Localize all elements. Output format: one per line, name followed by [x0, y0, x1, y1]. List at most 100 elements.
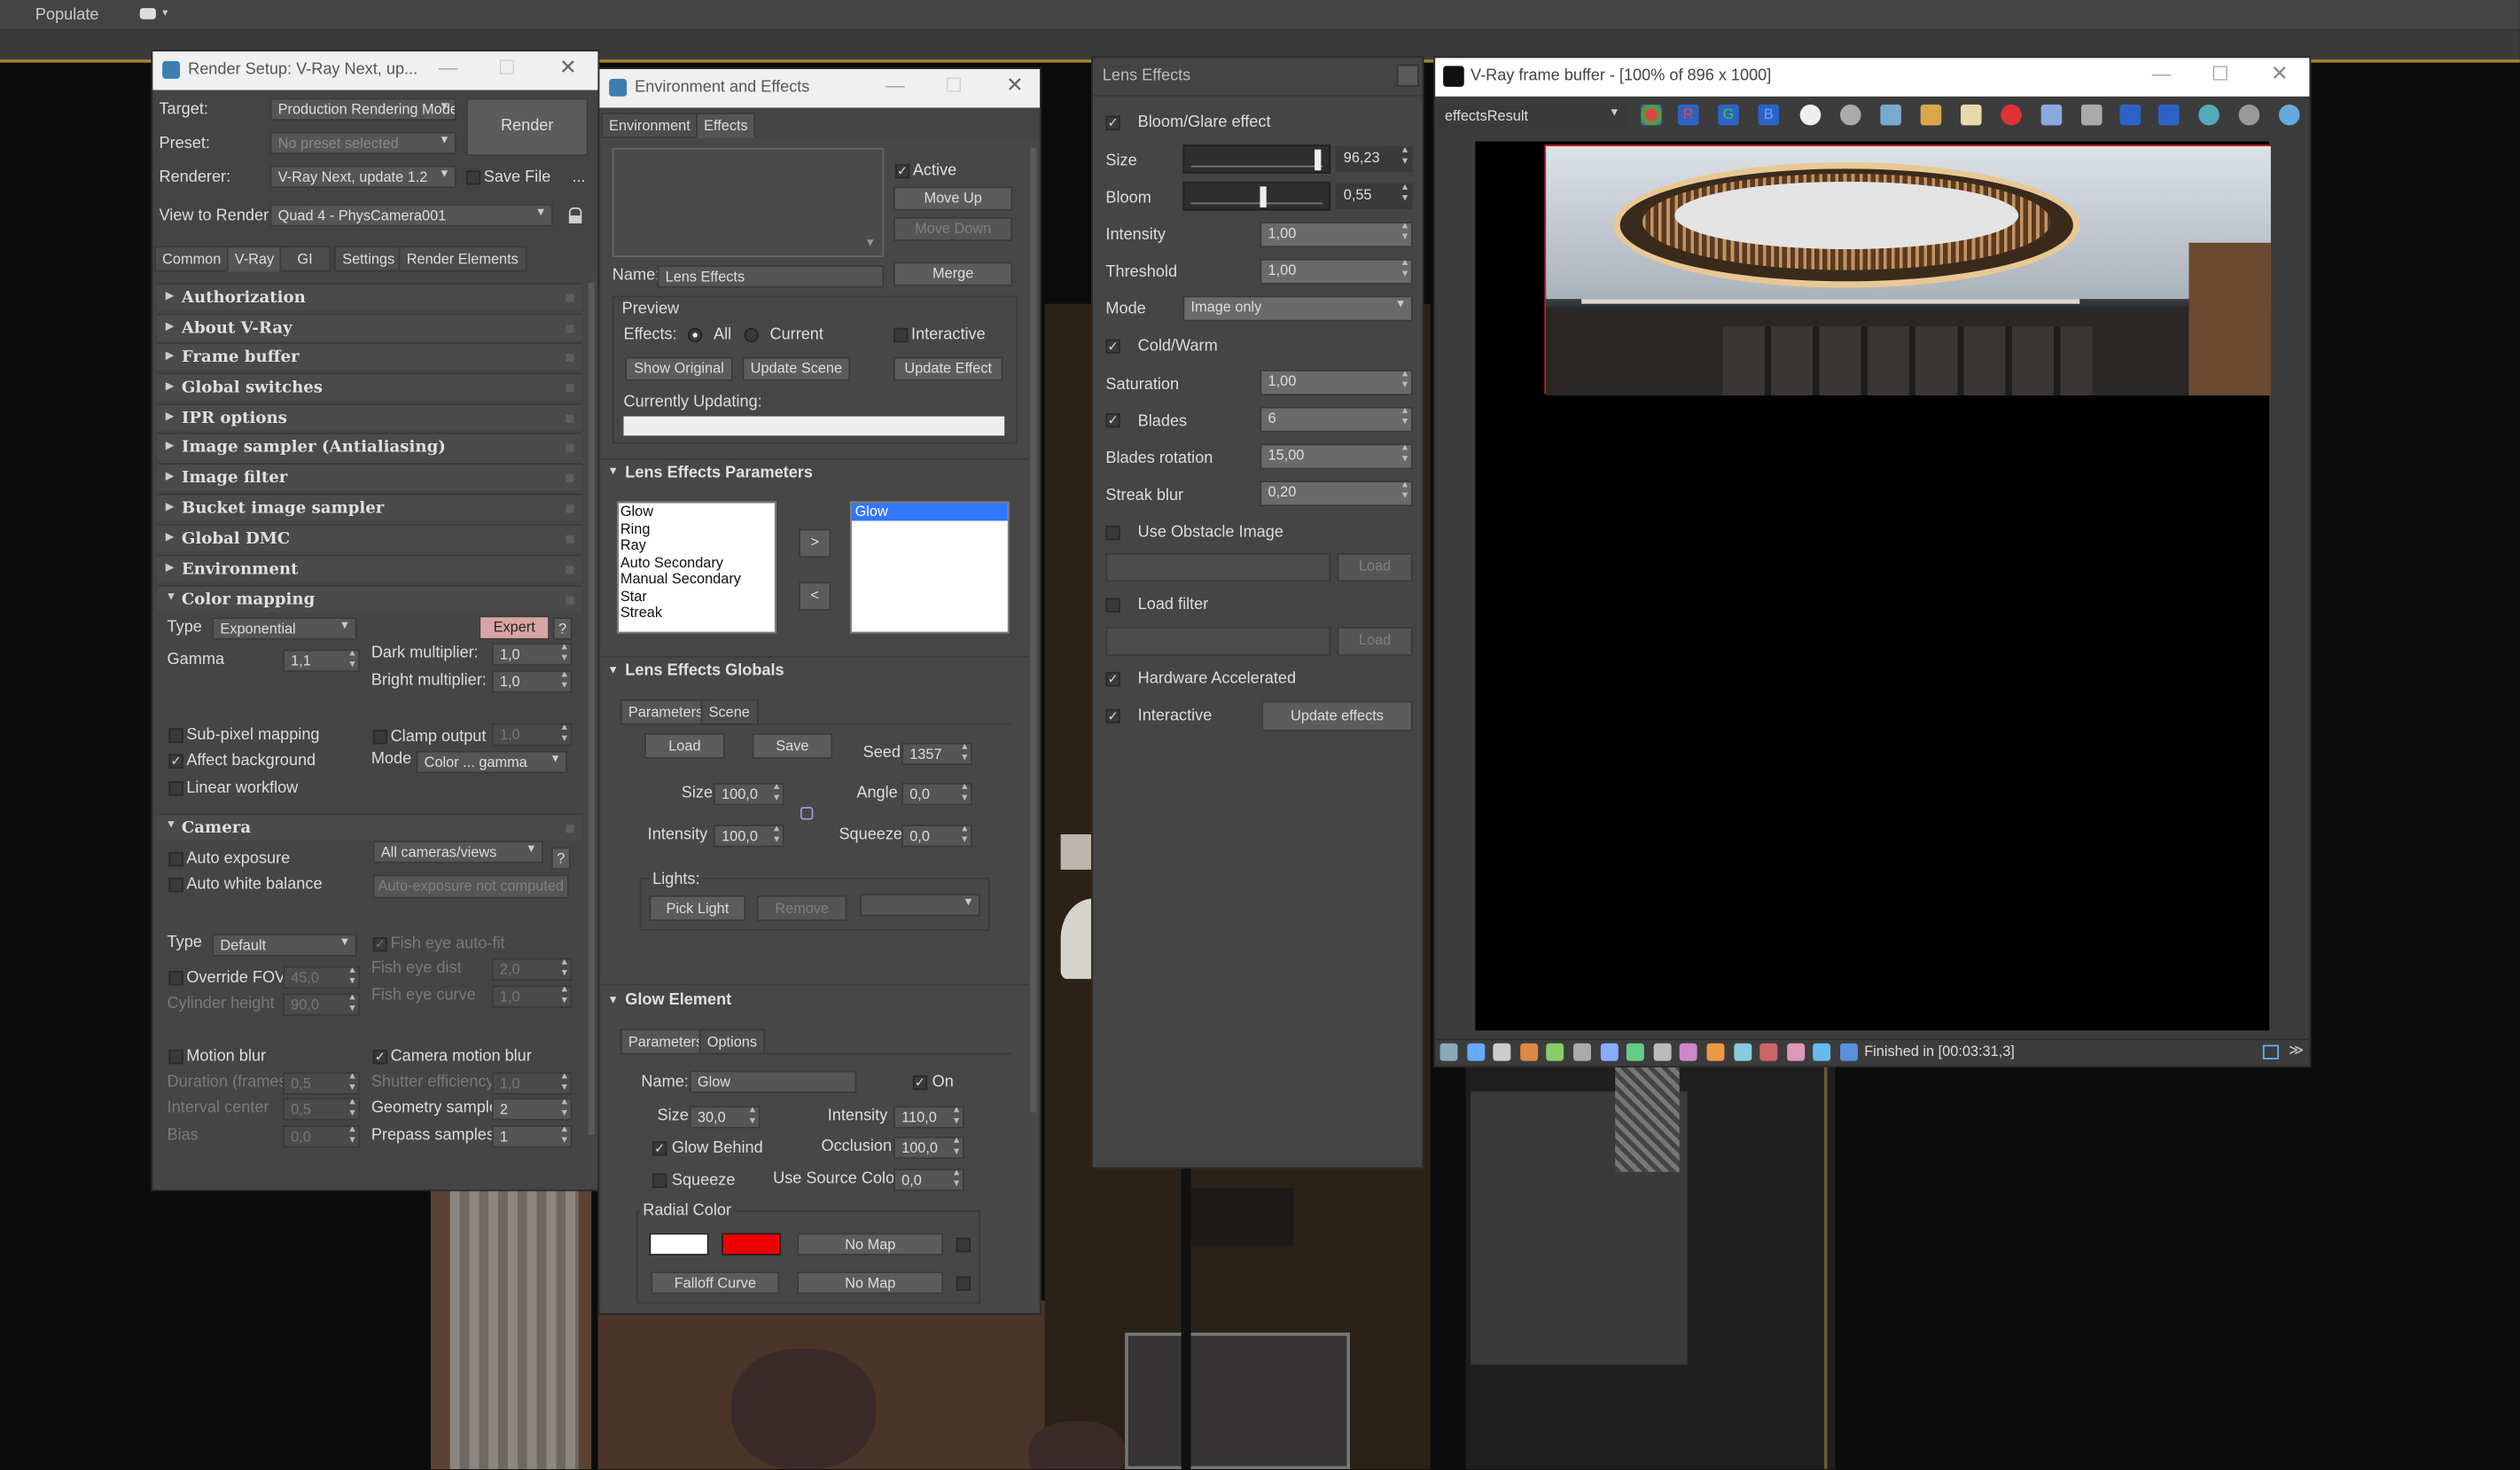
more-button[interactable]: ... — [572, 168, 585, 186]
active-checkbox[interactable]: ✓ — [894, 163, 910, 179]
obstacle-load-button[interactable]: Load — [1337, 552, 1413, 583]
streak-blur-spinner[interactable]: 0,20 — [1260, 481, 1413, 507]
rollout-ipr-options[interactable]: ▶ IPR options — [157, 403, 582, 431]
drag-handle[interactable] — [566, 566, 574, 575]
minimize-button[interactable]: — — [439, 56, 458, 78]
follow-mouse-icon[interactable] — [2080, 104, 2103, 126]
white-balance-icon[interactable] — [1733, 1043, 1752, 1061]
size-slider[interactable] — [1182, 145, 1331, 174]
chevron-down-icon[interactable]: ▼ — [864, 238, 876, 249]
filter-load-button[interactable]: Load — [1337, 627, 1413, 656]
drag-handle[interactable] — [566, 414, 574, 423]
override-fov-checkbox[interactable] — [168, 971, 183, 986]
scrollbar[interactable] — [588, 283, 595, 1136]
slider-thumb[interactable] — [1260, 186, 1267, 207]
falloff-map-checkbox[interactable] — [956, 1276, 971, 1291]
collapse-icon[interactable]: ▼ — [607, 995, 619, 1006]
populate-tab[interactable]: Populate — [35, 6, 99, 24]
fisheye-dist-spinner[interactable]: 2,0 — [491, 958, 573, 981]
clear-icon[interactable] — [2001, 104, 2022, 126]
le-bloom-spinner[interactable]: 0,55 — [1335, 183, 1413, 209]
remove-effect-button[interactable]: < — [799, 582, 831, 611]
lens-effect-item[interactable]: Star — [620, 588, 647, 604]
le-mode-dropdown[interactable]: Image only — [1182, 295, 1413, 322]
exposure-icon[interactable] — [1706, 1043, 1725, 1061]
preset-dropdown[interactable]: No preset selected — [269, 131, 456, 155]
alpha-icon[interactable] — [1799, 104, 1822, 126]
lock-icon[interactable] — [800, 807, 814, 820]
expand-icon[interactable]: ≫ — [2289, 1042, 2304, 1059]
channel-dropdown[interactable]: effectsResult — [1436, 104, 1627, 129]
geometry-samples-spinner[interactable]: 2 — [491, 1098, 573, 1121]
save-button[interactable]: Save — [752, 732, 833, 759]
tab-settings[interactable]: Settings — [334, 246, 403, 272]
filter-path-field[interactable] — [1105, 627, 1331, 656]
motion-blur-checkbox[interactable] — [168, 1049, 183, 1065]
close-button[interactable]: ✕ — [559, 55, 577, 81]
info-icon[interactable] — [1493, 1043, 1511, 1061]
history-icon[interactable] — [1466, 1043, 1485, 1061]
bright-multiplier-spinner[interactable]: 1,0 — [491, 670, 573, 693]
cm-mode-dropdown[interactable]: Color ... gamma — [416, 750, 568, 774]
vfb-titlebar[interactable]: V-Ray frame buffer - [100% of 896 x 1000… — [1435, 58, 2310, 97]
update-effects-button[interactable]: Update effects — [1261, 700, 1413, 731]
intensity-spinner[interactable]: 100,0 — [714, 825, 784, 848]
bloom-glare-checkbox[interactable]: ✓ — [1105, 115, 1120, 130]
clamp-checkbox[interactable] — [372, 730, 387, 745]
tab-environment[interactable]: Environment — [601, 112, 698, 138]
glow-name-input[interactable]: Glow — [689, 1070, 857, 1093]
drag-handle[interactable] — [566, 293, 574, 302]
close-button[interactable]: ✕ — [1006, 73, 1024, 98]
obstacle-checkbox[interactable] — [1105, 525, 1120, 541]
le-interactive-checkbox[interactable]: ✓ — [1105, 708, 1120, 723]
tab-glow-options[interactable]: Options — [698, 1028, 766, 1055]
collapse-icon[interactable]: ▼ — [607, 666, 619, 677]
effects-list[interactable] — [612, 147, 885, 258]
on-checkbox[interactable]: ✓ — [912, 1075, 928, 1091]
histogram-icon[interactable] — [1546, 1043, 1564, 1061]
minimize-button[interactable]: — — [2152, 63, 2172, 85]
tab-globals-scene[interactable]: Scene — [700, 699, 758, 725]
tab-effects[interactable]: Effects — [696, 112, 756, 138]
levels-icon[interactable] — [1600, 1043, 1619, 1061]
pick-light-button[interactable]: Pick Light — [649, 895, 746, 921]
le-intensity-spinner[interactable]: 1,00 — [1260, 222, 1413, 248]
le-size-spinner[interactable]: 96,23 — [1335, 145, 1413, 173]
cold-warm-checkbox[interactable]: ✓ — [1105, 339, 1120, 354]
saturation-spinner[interactable]: 1,00 — [1260, 370, 1413, 396]
render-icon[interactable] — [2198, 104, 2220, 126]
rollout-color-mapping[interactable]: ▼ Color mapping — [157, 584, 582, 613]
use-source-spinner[interactable]: 0,0 — [893, 1169, 964, 1192]
color-correct-icon[interactable] — [1680, 1043, 1698, 1061]
occlusion-spinner[interactable]: 100,0 — [893, 1136, 964, 1160]
expert-button[interactable]: Expert — [479, 615, 550, 640]
lut-icon[interactable] — [1519, 1043, 1538, 1061]
rollout-authorization[interactable]: ▶ Authorization — [157, 283, 582, 310]
mono-icon[interactable] — [1839, 104, 1861, 126]
rollout-about-v-ray[interactable]: ▶ About V-Ray — [157, 313, 582, 341]
all-radio[interactable] — [688, 327, 703, 343]
prepass-spinner[interactable]: 1 — [491, 1125, 573, 1148]
drag-handle[interactable] — [566, 384, 574, 393]
subpixel-checkbox[interactable] — [168, 728, 183, 743]
rollout-bucket-image-sampler[interactable]: ▶ Bucket image sampler — [157, 493, 582, 521]
red-channel-button[interactable]: R — [1677, 104, 1699, 126]
lens-effect-item[interactable]: Streak — [620, 605, 662, 621]
tab-common[interactable]: Common — [154, 246, 230, 272]
shutter-spinner[interactable]: 1,0 — [491, 1072, 573, 1095]
lens-effect-item[interactable]: Auto Secondary — [620, 554, 723, 570]
current-radio[interactable] — [744, 327, 759, 343]
rollout-global-dmc[interactable]: ▶ Global DMC — [157, 524, 582, 551]
falloff-curve-button[interactable]: Falloff Curve — [651, 1271, 780, 1294]
falloff-no-map-button[interactable]: No Map — [797, 1271, 944, 1294]
target-dropdown[interactable]: Production Rendering Mode — [269, 98, 456, 121]
teapot-icon[interactable] — [2278, 104, 2300, 126]
seed-spinner[interactable]: 1357 — [901, 742, 972, 766]
interactive-checkbox[interactable] — [893, 327, 909, 343]
fisheye-curve-spinner[interactable]: 1,0 — [491, 985, 573, 1008]
blades-rotation-spinner[interactable]: 15,00 — [1260, 443, 1413, 470]
folder-icon[interactable] — [1920, 104, 1942, 126]
radial-color-swatch-red[interactable] — [722, 1232, 782, 1256]
show-original-button[interactable]: Show Original — [625, 356, 733, 381]
glow-size-spinner[interactable]: 30,0 — [689, 1106, 761, 1129]
